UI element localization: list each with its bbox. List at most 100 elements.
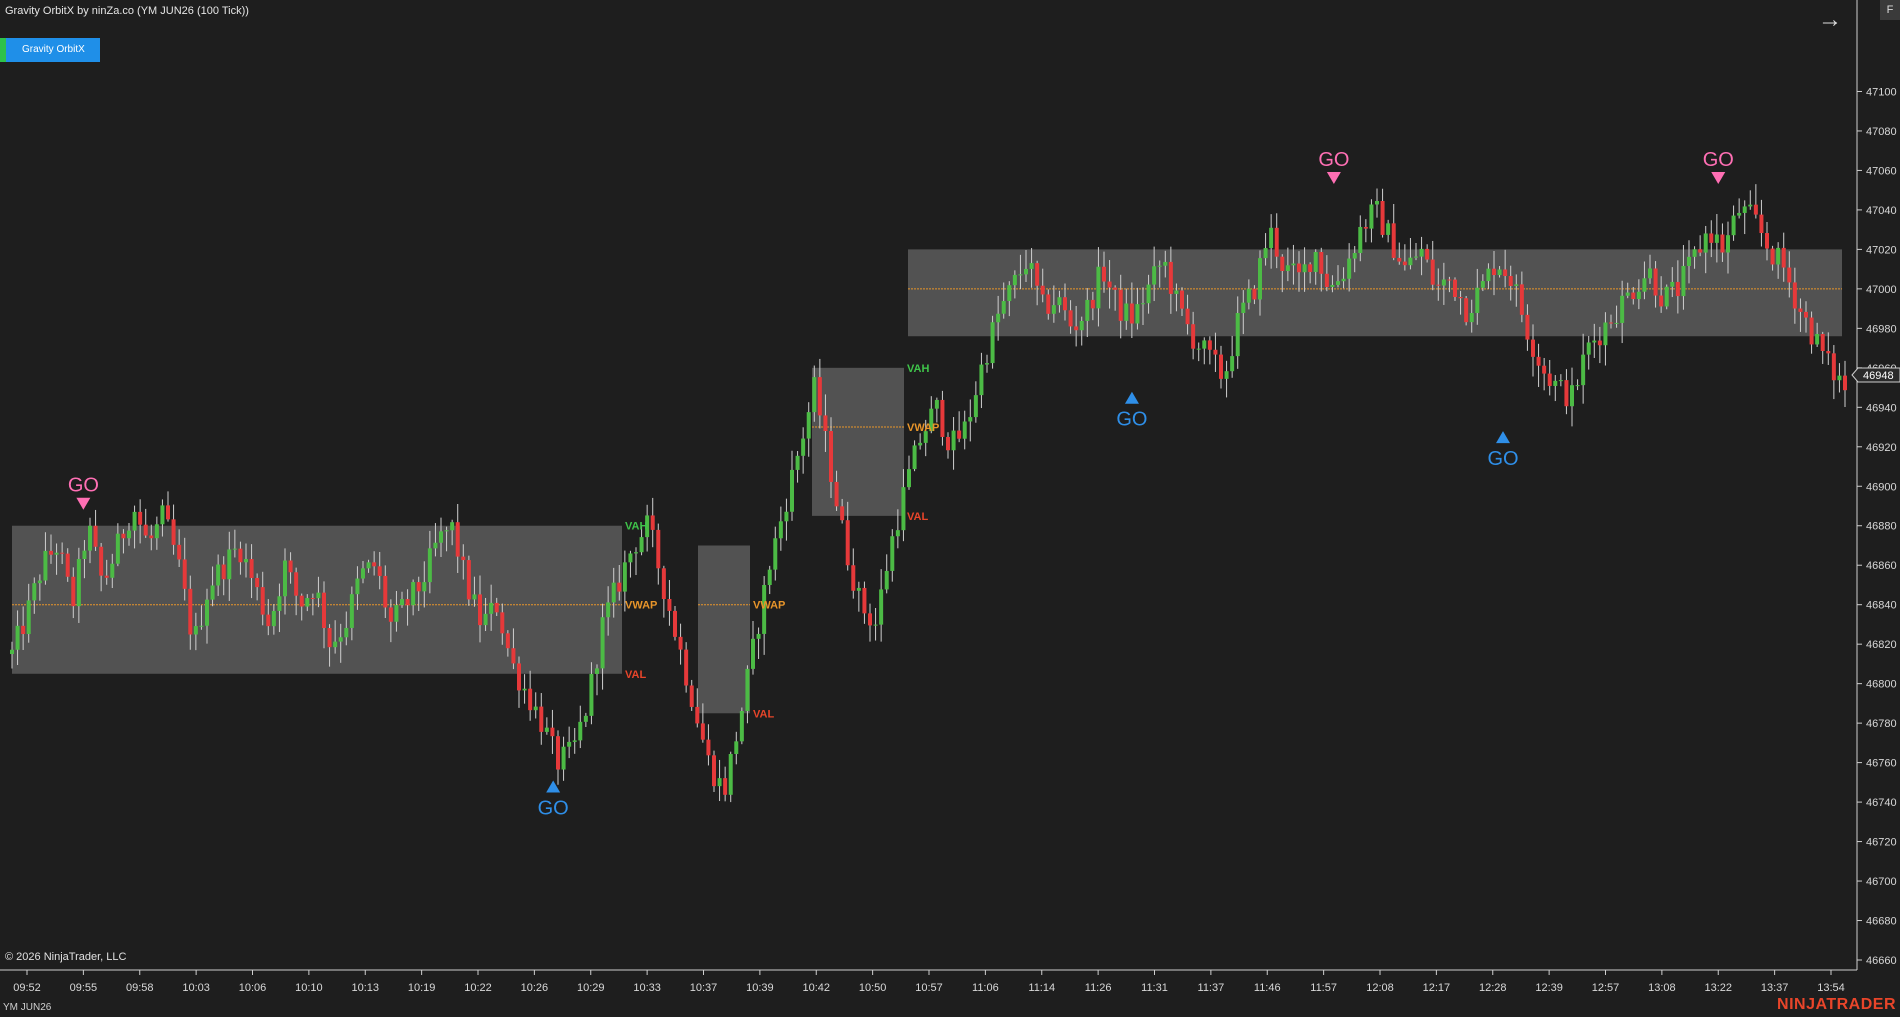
price-tick-label: 46940 [1866,402,1897,414]
candle-body [1425,248,1430,260]
candle-body [1636,291,1641,300]
candle-body [1308,264,1313,272]
time-tick-label: 11:14 [1028,982,1055,994]
candle-body [1246,288,1251,303]
candle-body [1648,268,1652,279]
candle-body [400,599,404,606]
candle-body [1614,322,1619,324]
candle-body [1196,348,1201,350]
candle-body [1213,349,1218,355]
go-sell-triangle-icon [1711,172,1726,185]
candle-body [1024,268,1028,275]
candle-body [433,542,438,549]
candle-body [1358,226,1363,254]
candle-body [890,536,895,571]
candle-body [455,522,460,557]
candle-body [216,564,221,586]
candle-body [377,566,382,576]
candle-body [349,594,354,628]
candle-body [1391,223,1396,258]
panel-toggle-button[interactable]: F [1880,0,1900,20]
candle-body [728,753,733,795]
price-chart[interactable]: VAH VWAP VAL VWAP VAL VAH VWAP VAL GO GO GO GO GO GO… [0,0,1900,1017]
candle-body [227,549,232,580]
candle-body [1753,204,1758,215]
candle-body [767,569,772,585]
candle-body [1469,313,1474,323]
candle-body [706,739,711,756]
candle-body [946,436,950,451]
candle-body [1453,279,1457,298]
candle-body [622,562,627,592]
candle-body [171,519,176,545]
candle-body [1603,322,1608,346]
price-tick-label: 46660 [1866,955,1897,967]
price-axis[interactable]: 4710047080470604704047020470004698046960… [1857,86,1897,967]
price-tick-label: 46820 [1866,639,1897,651]
go-signal-label: GO [68,475,99,497]
candle-body [383,575,388,608]
candle-body [1129,303,1134,324]
price-tick-label: 46920 [1866,442,1897,454]
indicator-color-stripe [0,38,6,62]
candle-body [1341,278,1346,282]
candle-body [1414,256,1418,258]
time-tick-label: 10:13 [351,982,379,994]
candle-body [1319,252,1324,274]
go-sell-triangle-icon [76,497,91,510]
candle-body [611,582,616,603]
candle-body [962,421,967,439]
candle-body [1146,284,1151,304]
candle-body [868,613,872,626]
candle-body [88,525,92,551]
candle-body [49,550,53,555]
candle-body [1609,322,1613,324]
candle-body [15,625,20,650]
val-label: VAL [625,669,646,681]
candle-body [221,564,226,580]
time-axis[interactable]: 09:52 09:55 09:58 10:03 10:06 10:10 10:13 10:19… [13,970,1845,994]
candle-body [32,583,37,601]
price-tick-label: 46740 [1866,797,1897,809]
candle-body [283,560,287,597]
candle-body [294,572,299,596]
candle-body [177,544,182,560]
candle-body [1180,290,1184,309]
candle-body [778,521,783,539]
candle-body [556,736,560,770]
indicator-tab[interactable]: Gravity OrbitX [0,38,100,62]
time-tick-label: 11:57 [1310,982,1337,994]
time-tick-label: 11:26 [1085,982,1112,994]
candle-body [232,548,237,550]
price-tick-label: 46780 [1866,718,1897,730]
candle-body [405,599,410,606]
value-area-band [698,545,750,714]
candle-body [583,715,588,722]
candle-body [489,602,494,614]
candle-body [266,614,271,627]
candle-body [801,438,806,456]
candle-body [450,522,455,531]
candle-body [444,530,449,532]
candle-body [244,559,248,563]
candle-body [1408,257,1413,266]
candle-body [550,727,555,737]
candle-body [773,538,778,570]
arrow-right-icon[interactable]: → [1818,6,1842,34]
candle-body [1570,385,1574,407]
candle-body [985,363,989,365]
candle-body [411,582,416,606]
candle-body [1458,297,1463,299]
copyright-text: © 2026 NinjaTrader, LLC [5,951,127,963]
candle-body [1631,292,1636,300]
last-price-label: 46948 [1863,370,1894,382]
candle-body [572,740,577,742]
time-tick-label: 10:33 [633,982,661,994]
candle-body [1285,265,1290,272]
candle-body [1714,234,1719,243]
time-tick-label: 12:17 [1423,982,1451,994]
candle-body [1703,233,1708,253]
vwap-label: VWAP [907,422,939,434]
price-tick-label: 46700 [1866,876,1897,888]
candle-body [154,524,159,539]
